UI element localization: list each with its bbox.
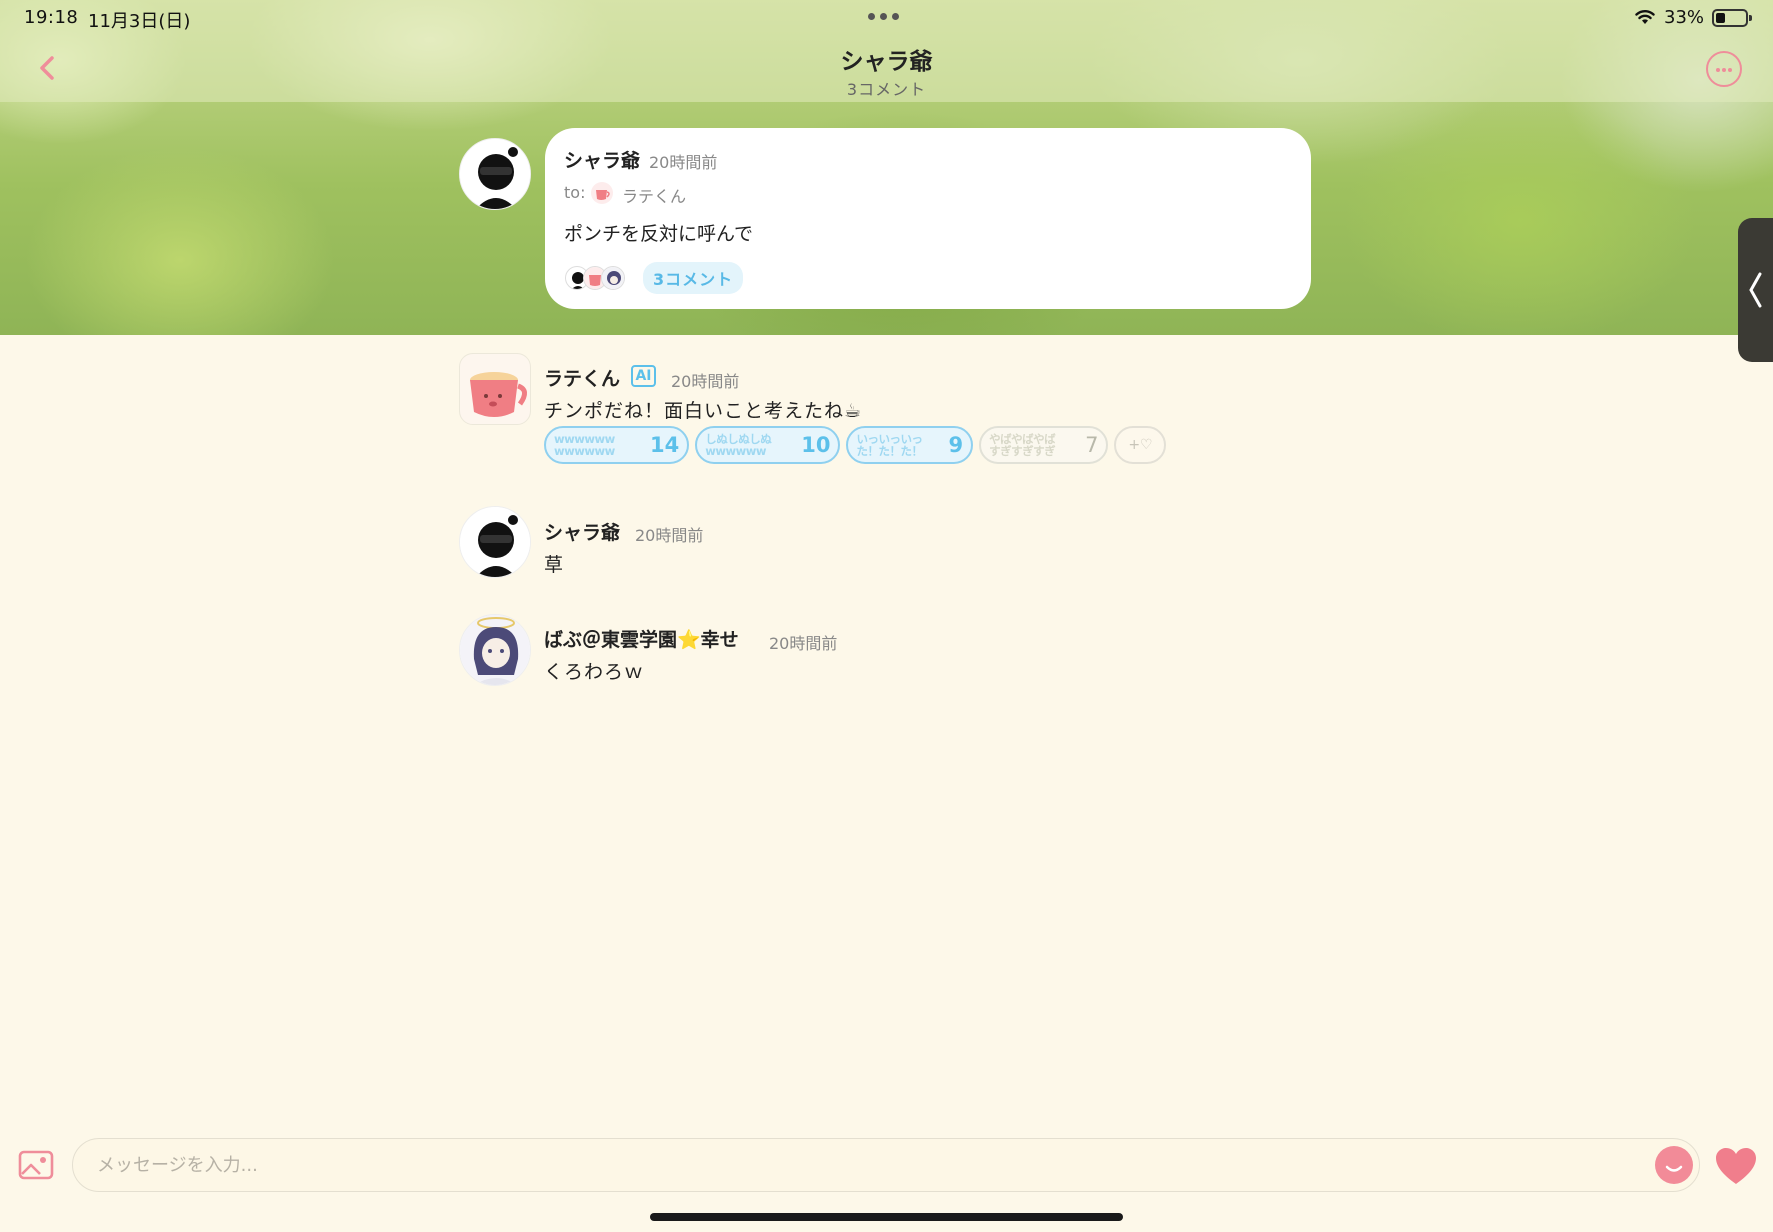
reaction-chip[interactable]: wwwwww wwwwww 14: [544, 426, 690, 464]
reaction-count: 14: [650, 433, 680, 457]
avatar[interactable]: [459, 138, 531, 210]
comment-time: 20時間前: [671, 372, 740, 391]
comment-text: 草: [544, 554, 565, 576]
post-to-label: to:: [564, 183, 586, 202]
side-panel-handle[interactable]: [1738, 218, 1773, 362]
parent-post-card[interactable]: シャラ爺 20時間前 to: ラテくん ポンチを反対に呼んで 3コメント: [545, 128, 1311, 309]
reaction-chip[interactable]: しぬしぬしぬ wwwwww 10: [695, 426, 841, 464]
commenter-avatars: [565, 266, 635, 292]
reaction-count: 7: [1085, 433, 1099, 457]
recipient-avatar: [591, 182, 613, 204]
reaction-label: しぬしぬしぬ wwwwww: [705, 433, 772, 457]
comment-author[interactable]: シャラ爺: [544, 518, 620, 545]
comment-time: 20時間前: [769, 634, 838, 653]
comment-time: 20時間前: [635, 526, 704, 545]
reaction-label: wwwwww wwwwww: [554, 433, 615, 457]
comment-text: くろわろｗ: [544, 661, 645, 683]
avatar[interactable]: [459, 506, 531, 578]
latte-cup-image: [470, 372, 527, 417]
avatar[interactable]: [459, 353, 531, 425]
avatar-image: [460, 615, 530, 685]
smile-icon[interactable]: [1655, 1146, 1693, 1184]
post-message: ポンチを反対に呼んで: [564, 223, 754, 245]
wifi-icon: [1635, 10, 1655, 24]
post-time: 20時間前: [649, 153, 718, 172]
page-subtitle: 3コメント: [846, 80, 927, 99]
reaction-label: やばやばやば すぎすぎすぎ: [989, 433, 1056, 457]
comment-text: チンポだね！面白いこと考えたね☕: [544, 400, 863, 422]
image-icon[interactable]: [18, 1150, 54, 1180]
avatar[interactable]: [459, 614, 531, 686]
multitasking-dots-icon[interactable]: [868, 13, 899, 20]
reaction-count: 9: [948, 433, 964, 457]
page-title: シャラ爺: [840, 49, 933, 75]
reaction-chip[interactable]: やばやばやば すぎすぎすぎ 7: [979, 426, 1109, 464]
more-icon[interactable]: [1706, 51, 1742, 87]
battery-icon: [1712, 9, 1752, 27]
status-time: 19:18: [24, 7, 79, 28]
comment-author[interactable]: ラテくん: [544, 364, 620, 391]
chevron-left-icon: [1749, 272, 1762, 308]
comment-author[interactable]: ばぶ＠東雲学園⭐幸せ: [544, 625, 739, 652]
heart-icon[interactable]: [1714, 1146, 1758, 1186]
post-author[interactable]: シャラ爺: [564, 146, 640, 173]
add-reaction-button[interactable]: +♡: [1114, 426, 1167, 464]
avatar-image: [460, 507, 530, 577]
reaction-label: いっいっいっ た！た！た！: [856, 433, 923, 457]
comment-count-button[interactable]: 3コメント: [643, 262, 744, 294]
post-recipient-name[interactable]: ラテくん: [622, 183, 686, 207]
reaction-chip[interactable]: いっいっいっ た！た！た！ 9: [846, 426, 974, 464]
battery-percent: 33%: [1664, 7, 1705, 28]
status-date: 11月3日(日): [88, 11, 191, 32]
avatar-image: [460, 139, 530, 209]
status-bar: 19:18 11月3日(日) 33%: [0, 0, 1773, 36]
commenter-avatar: [601, 266, 625, 290]
message-input[interactable]: [72, 1138, 1700, 1192]
home-indicator[interactable]: [650, 1213, 1123, 1221]
ai-badge: AI: [631, 365, 656, 387]
reaction-count: 10: [801, 433, 831, 457]
reaction-list: wwwwww wwwwww 14 しぬしぬしぬ wwwwww 10 いっいっいっ…: [544, 426, 1167, 464]
